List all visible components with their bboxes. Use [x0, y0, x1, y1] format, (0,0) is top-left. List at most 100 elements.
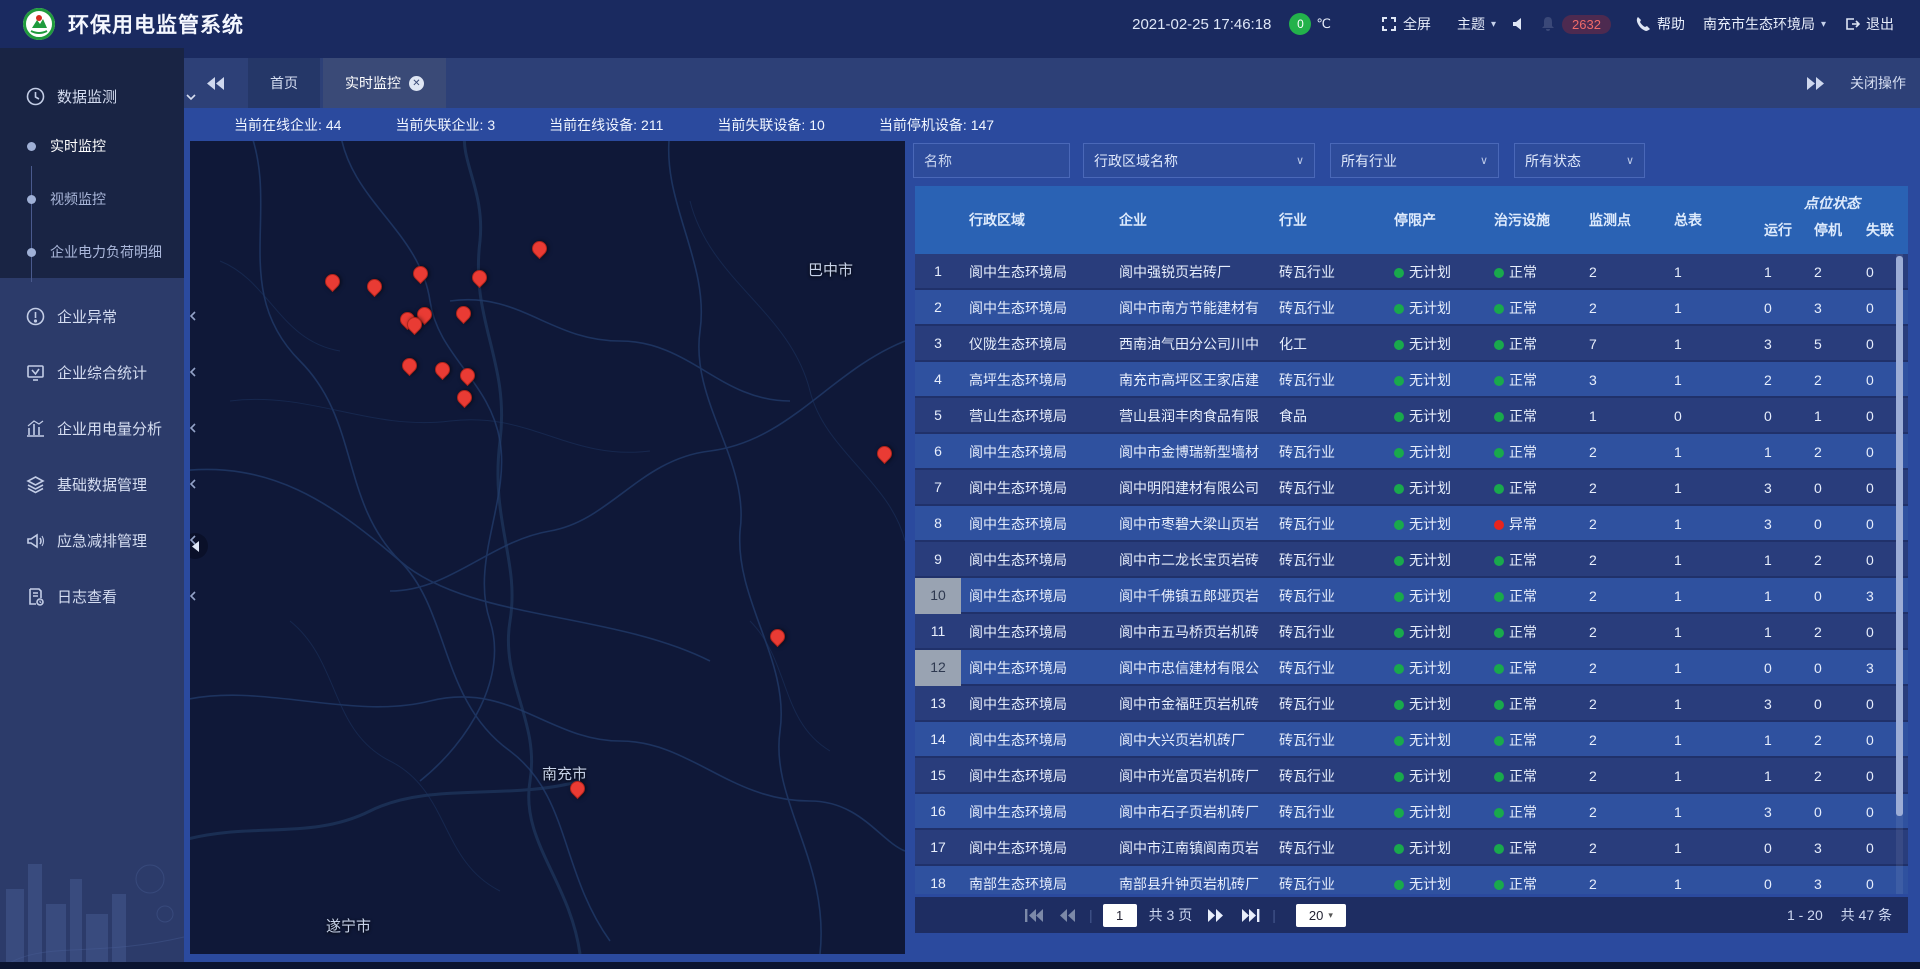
table-row[interactable]: 14 阆中生态环境局 阆中大兴页岩机砖厂 砖瓦行业 无计划 正常 2 1 1 2…: [915, 722, 1908, 758]
chevron-left-icon[interactable]: [186, 589, 200, 603]
sidebar-item-company-statistics[interactable]: 企业综合统计: [0, 352, 184, 392]
industry-select[interactable]: 所有行业∨: [1330, 143, 1499, 178]
row-index-cell: 15: [915, 758, 961, 794]
table-row[interactable]: 2 阆中生态环境局 阆中市南方节能建材有 砖瓦行业 无计划 正常 2 1 0 3…: [915, 290, 1908, 326]
row-industry: 砖瓦行业: [1271, 370, 1386, 390]
sidebar-item-power-load-detail[interactable]: 企业电力负荷明细: [0, 232, 184, 272]
sidebar-item-realtime-monitor[interactable]: 实时监控: [0, 126, 184, 166]
app-root: 环保用电监管系统 2021-02-25 17:46:18 0 ℃ 全屏 主题▾: [0, 0, 1920, 969]
row-monitor: 2: [1581, 300, 1666, 316]
map-panel[interactable]: 巴中市南充市遂宁市: [190, 141, 905, 954]
row-meter: 1: [1666, 444, 1756, 460]
table-row[interactable]: 1 阆中生态环境局 阆中强锐页岩砖厂 砖瓦行业 无计划 正常 2 1 1 2 0: [915, 254, 1908, 290]
status-dot: [1494, 412, 1504, 422]
status-dot: [1494, 448, 1504, 458]
row-meter: 1: [1666, 480, 1756, 496]
row-region: 阆中生态环境局: [961, 802, 1111, 822]
row-monitor: 2: [1581, 480, 1666, 496]
sidebar-item-log-view[interactable]: 日志查看: [0, 576, 184, 616]
chevron-left-icon[interactable]: [186, 365, 200, 379]
fullscreen-icon: [1381, 16, 1397, 32]
table-row[interactable]: 12 阆中生态环境局 阆中市忠信建材有限公 砖瓦行业 无计划 正常 2 1 0 …: [915, 650, 1908, 686]
table-row[interactable]: 11 阆中生态环境局 阆中市五马桥页岩机砖 砖瓦行业 无计划 正常 2 1 1 …: [915, 614, 1908, 650]
phone-icon: [1635, 16, 1651, 32]
col-stop: 停机: [1806, 220, 1858, 254]
row-facility: 正常: [1486, 370, 1581, 390]
sidebar-item-base-data[interactable]: 基础数据管理: [0, 464, 184, 504]
bell-icon: [1540, 16, 1556, 32]
row-company: 南部县升钟页岩机砖厂: [1111, 874, 1271, 894]
tab-realtime-monitor[interactable]: 实时监控 ✕: [323, 58, 446, 108]
row-company: 阆中大兴页岩机砖厂: [1111, 730, 1271, 750]
org-dropdown[interactable]: 南充市生态环境局▾: [1703, 14, 1826, 34]
row-stop: 5: [1806, 336, 1858, 352]
row-meter: 0: [1666, 408, 1756, 424]
logout-button[interactable]: 退出: [1844, 14, 1894, 34]
sidebar-item-video-monitor[interactable]: 视频监控: [0, 179, 184, 219]
row-meter: 1: [1666, 804, 1756, 820]
status-dot: [1494, 844, 1504, 854]
fullscreen-button[interactable]: 全屏: [1381, 14, 1431, 34]
row-facility: 正常: [1486, 766, 1581, 786]
last-page-button[interactable]: [1242, 908, 1262, 922]
table-row[interactable]: 9 阆中生态环境局 阆中市二龙长宝页岩砖 砖瓦行业 无计划 正常 2 1 1 2…: [915, 542, 1908, 578]
row-restrict: 无计划: [1386, 514, 1486, 534]
page-size-select[interactable]: 20▾: [1296, 904, 1346, 927]
status-dot: [1494, 772, 1504, 782]
chevron-left-icon[interactable]: [186, 421, 200, 435]
status-dot: [1494, 592, 1504, 602]
col-run: 运行: [1756, 220, 1806, 254]
chevron-down-icon[interactable]: [184, 90, 198, 104]
close-operations-button[interactable]: 关闭操作: [1850, 73, 1906, 93]
sidebar-item-emergency-reduction[interactable]: 应急减排管理: [0, 520, 184, 560]
table-row[interactable]: 10 阆中生态环境局 阆中千佛镇五郎垭页岩 砖瓦行业 无计划 正常 2 1 1 …: [915, 578, 1908, 614]
table-row[interactable]: 5 营山生态环境局 营山县润丰肉食品有限 食品 无计划 正常 1 0 0 1 0: [915, 398, 1908, 434]
table-row[interactable]: 7 阆中生态环境局 阆中明阳建材有限公司 砖瓦行业 无计划 正常 2 1 3 0…: [915, 470, 1908, 506]
row-restrict: 无计划: [1386, 766, 1486, 786]
name-search-input[interactable]: [913, 143, 1070, 178]
row-index-cell: 12: [915, 650, 961, 686]
scrollbar-thumb[interactable]: [1896, 256, 1903, 816]
table-row[interactable]: 17 阆中生态环境局 阆中市江南镇阆南页岩 砖瓦行业 无计划 正常 2 1 0 …: [915, 830, 1908, 866]
notification-button[interactable]: 2632: [1540, 15, 1611, 34]
page-number-input[interactable]: [1103, 904, 1137, 927]
status-select[interactable]: 所有状态∨: [1514, 143, 1645, 178]
sidebar-item-data-monitoring[interactable]: 数据监测: [0, 76, 184, 116]
row-company: 阆中千佛镇五郎垭页岩: [1111, 586, 1271, 606]
first-page-button[interactable]: [1025, 908, 1045, 922]
table-row[interactable]: 15 阆中生态环境局 阆中市光富页岩机砖厂 砖瓦行业 无计划 正常 2 1 1 …: [915, 758, 1908, 794]
row-restrict: 无计划: [1386, 298, 1486, 318]
sidebar-item-company-abnormal[interactable]: 企业异常: [0, 296, 184, 336]
row-index-cell: 4: [915, 362, 961, 398]
double-chevron-right-icon[interactable]: [1806, 77, 1824, 90]
next-page-button[interactable]: [1208, 908, 1228, 922]
chevron-left-icon[interactable]: [186, 309, 200, 323]
table-row[interactable]: 4 高坪生态环境局 南充市高坪区王家店建 砖瓦行业 无计划 正常 3 1 2 2…: [915, 362, 1908, 398]
row-industry: 砖瓦行业: [1271, 442, 1386, 462]
table-row[interactable]: 3 仪陇生态环境局 西南油气田分公司川中 化工 无计划 正常 7 1 3 5 0: [915, 326, 1908, 362]
row-run: 1: [1756, 732, 1806, 748]
status-dot-green: [1394, 664, 1404, 674]
table-row[interactable]: 18 南部生态环境局 南部县升钟页岩机砖厂 砖瓦行业 无计划 正常 2 1 0 …: [915, 866, 1908, 894]
theme-dropdown[interactable]: 主题▾: [1457, 14, 1496, 34]
table-row[interactable]: 16 阆中生态环境局 阆中市石子页岩机砖厂 砖瓦行业 无计划 正常 2 1 3 …: [915, 794, 1908, 830]
region-select[interactable]: 行政区域名称∨: [1083, 143, 1315, 178]
sidebar-item-power-analysis[interactable]: 企业用电量分析: [0, 408, 184, 448]
chevron-left-icon[interactable]: [186, 477, 200, 491]
table-row[interactable]: 6 阆中生态环境局 阆中市金博瑞新型墙材 砖瓦行业 无计划 正常 2 1 1 2…: [915, 434, 1908, 470]
row-industry: 砖瓦行业: [1271, 262, 1386, 282]
table-scrollbar[interactable]: [1896, 254, 1903, 894]
row-run: 3: [1756, 696, 1806, 712]
help-button[interactable]: 帮助: [1635, 14, 1685, 34]
sound-button[interactable]: [1512, 16, 1528, 32]
tab-home[interactable]: 首页: [248, 58, 320, 108]
table-row[interactable]: 8 阆中生态环境局 阆中市枣碧大梁山页岩 砖瓦行业 无计划 异常 2 1 3 0…: [915, 506, 1908, 542]
status-dot-green: [1394, 520, 1404, 530]
table-row[interactable]: 13 阆中生态环境局 阆中市金福旺页岩机砖 砖瓦行业 无计划 正常 2 1 3 …: [915, 686, 1908, 722]
row-industry: 砖瓦行业: [1271, 730, 1386, 750]
close-icon[interactable]: ✕: [409, 76, 424, 91]
prev-page-button[interactable]: [1059, 908, 1079, 922]
chevron-left-icon[interactable]: [186, 533, 200, 547]
row-run: 1: [1756, 552, 1806, 568]
row-meter: 1: [1666, 588, 1756, 604]
